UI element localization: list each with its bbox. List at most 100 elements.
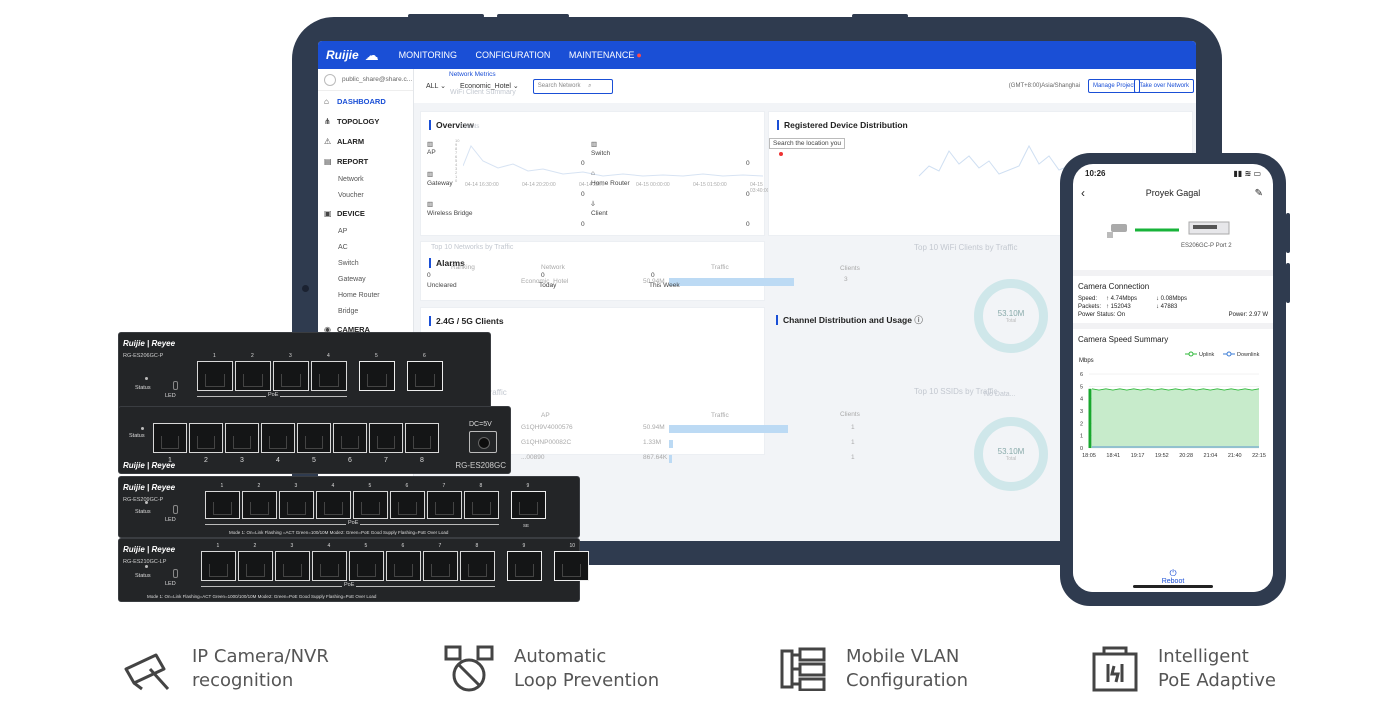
topology-icon: ⋔ xyxy=(324,116,331,126)
feature-line: Automatic xyxy=(514,646,607,667)
ethernet-port[interactable] xyxy=(386,551,421,581)
ethernet-port[interactable] xyxy=(189,423,223,453)
manage-project-button[interactable]: Manage Project xyxy=(1087,79,1140,93)
sidebar-item-topology[interactable]: ⋔ TOPOLOGY xyxy=(318,111,413,131)
sidebar-item-alarm[interactable]: ⚠ ALARM xyxy=(318,131,413,151)
status-led-label: Status xyxy=(129,433,145,439)
switch-brand-logo: Ruijie | Reyee xyxy=(123,545,176,554)
power-row: Power Status: On Power: 2.97 W xyxy=(1073,311,1273,319)
ethernet-port[interactable] xyxy=(507,551,542,581)
search-placeholder: Search Network xyxy=(537,82,581,89)
led-mode-button[interactable] xyxy=(173,569,178,578)
top-wifi-title: Top 10 WiFi Clients by Traffic xyxy=(914,243,1018,252)
port-number: 8 xyxy=(420,457,424,464)
edit-icon[interactable]: ✎ xyxy=(1255,188,1263,199)
top-networks-title: Top 10 Networks by Traffic xyxy=(431,244,514,251)
notification-dot: ● xyxy=(636,50,642,60)
sidebar-sub-gateway[interactable]: Gateway xyxy=(318,271,413,287)
alarm-week-label: This Week xyxy=(649,282,680,289)
reboot-button[interactable]: ⏻ Reboot xyxy=(1073,566,1273,592)
gateway-icon: ▥ xyxy=(427,171,434,178)
y-tick-label: 6 xyxy=(1080,372,1083,378)
ethernet-port[interactable] xyxy=(238,551,273,581)
ethernet-port[interactable] xyxy=(460,551,495,581)
status-led xyxy=(145,565,148,568)
ethernet-port[interactable] xyxy=(333,423,367,453)
ghost-label: Clients xyxy=(461,124,480,130)
ethernet-port[interactable] xyxy=(423,551,458,581)
ethernet-port[interactable] xyxy=(464,491,499,519)
ethernet-port[interactable] xyxy=(359,361,395,391)
user-account[interactable]: public_share@share.c... xyxy=(318,69,413,91)
ethernet-port[interactable] xyxy=(405,423,439,453)
ethernet-port[interactable] xyxy=(279,491,314,519)
ethernet-port[interactable] xyxy=(205,491,240,519)
ethernet-port[interactable] xyxy=(201,551,236,581)
status-led xyxy=(141,427,144,430)
led-mode-label: LED xyxy=(165,581,176,587)
ethernet-port[interactable] xyxy=(511,491,546,519)
sidebar-sub-switch[interactable]: Switch xyxy=(318,255,413,271)
ethernet-port[interactable] xyxy=(390,491,425,519)
sidebar-item-label: ALARM xyxy=(337,136,365,146)
switch-brand-logo: Ruijie | Reyee xyxy=(123,483,176,492)
dc-power-jack xyxy=(469,431,497,453)
ethernet-port[interactable] xyxy=(369,423,403,453)
led-mode-button[interactable] xyxy=(173,381,178,390)
speed-summary-title: Camera Speed Summary xyxy=(1078,335,1169,344)
ethernet-port[interactable] xyxy=(235,361,271,391)
sidebar-sub-bridge[interactable]: Bridge xyxy=(318,303,413,319)
timezone-label: (GMT+8:00)Asia/Shanghai xyxy=(1008,83,1080,89)
phone-button xyxy=(1286,213,1290,253)
packets-down: ↓ 47883 xyxy=(1156,304,1178,310)
ethernet-port[interactable] xyxy=(297,423,331,453)
info-icon[interactable]: ⓘ xyxy=(914,315,923,325)
nav-monitoring[interactable]: MONITORING xyxy=(399,50,457,60)
sidebar-sub-ac[interactable]: AC xyxy=(318,239,413,255)
ethernet-port[interactable] xyxy=(242,491,277,519)
ap-traffic-bar xyxy=(669,440,673,448)
packets-down-value: 47883 xyxy=(1160,304,1178,310)
ethernet-port[interactable] xyxy=(225,423,259,453)
ethernet-port[interactable] xyxy=(353,491,388,519)
scope-select[interactable]: ALL ⌄ xyxy=(426,82,446,90)
led-mode-button[interactable] xyxy=(173,505,178,514)
network-search-input[interactable]: Search Network ⌕ xyxy=(532,78,613,94)
report-icon: ▤ xyxy=(324,156,332,166)
back-arrow-icon[interactable]: ‹ xyxy=(1081,186,1085,200)
ethernet-port[interactable] xyxy=(427,491,462,519)
ethernet-port[interactable] xyxy=(273,361,309,391)
sidebar-item-device[interactable]: ▣ DEVICE xyxy=(318,203,413,223)
ap-clients-cell: 1 xyxy=(851,454,855,461)
ethernet-port[interactable] xyxy=(312,551,347,581)
mode-legend-text: Mode 1: On=Link Flashing=ACT Green=1000/… xyxy=(147,594,377,599)
ov-value-switch: 0 xyxy=(746,160,750,167)
ethernet-port[interactable] xyxy=(153,423,187,453)
ethernet-port[interactable] xyxy=(349,551,384,581)
phone-button xyxy=(1286,263,1290,303)
port-number: 3 xyxy=(294,483,298,489)
ethernet-port[interactable] xyxy=(407,361,443,391)
nav-maintenance[interactable]: MAINTENANCE xyxy=(569,50,635,60)
ethernet-port[interactable] xyxy=(275,551,310,581)
sidebar-sub-ap[interactable]: AP xyxy=(318,223,413,239)
sidebar-sub-network[interactable]: Network xyxy=(318,171,413,187)
speed-down-value: 0.08Mbps xyxy=(1160,296,1188,302)
port-number: 2 xyxy=(204,457,208,464)
sidebar-sub-home-router[interactable]: Home Router xyxy=(318,287,413,303)
take-over-network-button[interactable]: Take over Network xyxy=(1134,79,1194,93)
nav-configuration[interactable]: CONFIGURATION xyxy=(476,50,551,60)
sidebar-item-dashboard[interactable]: ⌂ DASHBOARD xyxy=(318,91,413,111)
ethernet-port[interactable] xyxy=(554,551,589,581)
ethernet-port[interactable] xyxy=(316,491,351,519)
port-number: 1 xyxy=(216,543,220,549)
breadcrumb[interactable]: Network Metrics xyxy=(449,71,496,78)
ethernet-port[interactable] xyxy=(311,361,347,391)
sidebar-sub-voucher[interactable]: Voucher xyxy=(318,187,413,203)
port-number: 4 xyxy=(276,457,280,464)
ethernet-port[interactable] xyxy=(261,423,295,453)
port-number: 4 xyxy=(327,543,331,549)
sidebar-item-report[interactable]: ▤ REPORT xyxy=(318,151,413,171)
top-nav: MONITORING CONFIGURATION MAINTENANCE ● xyxy=(399,50,656,60)
ethernet-port[interactable] xyxy=(197,361,233,391)
